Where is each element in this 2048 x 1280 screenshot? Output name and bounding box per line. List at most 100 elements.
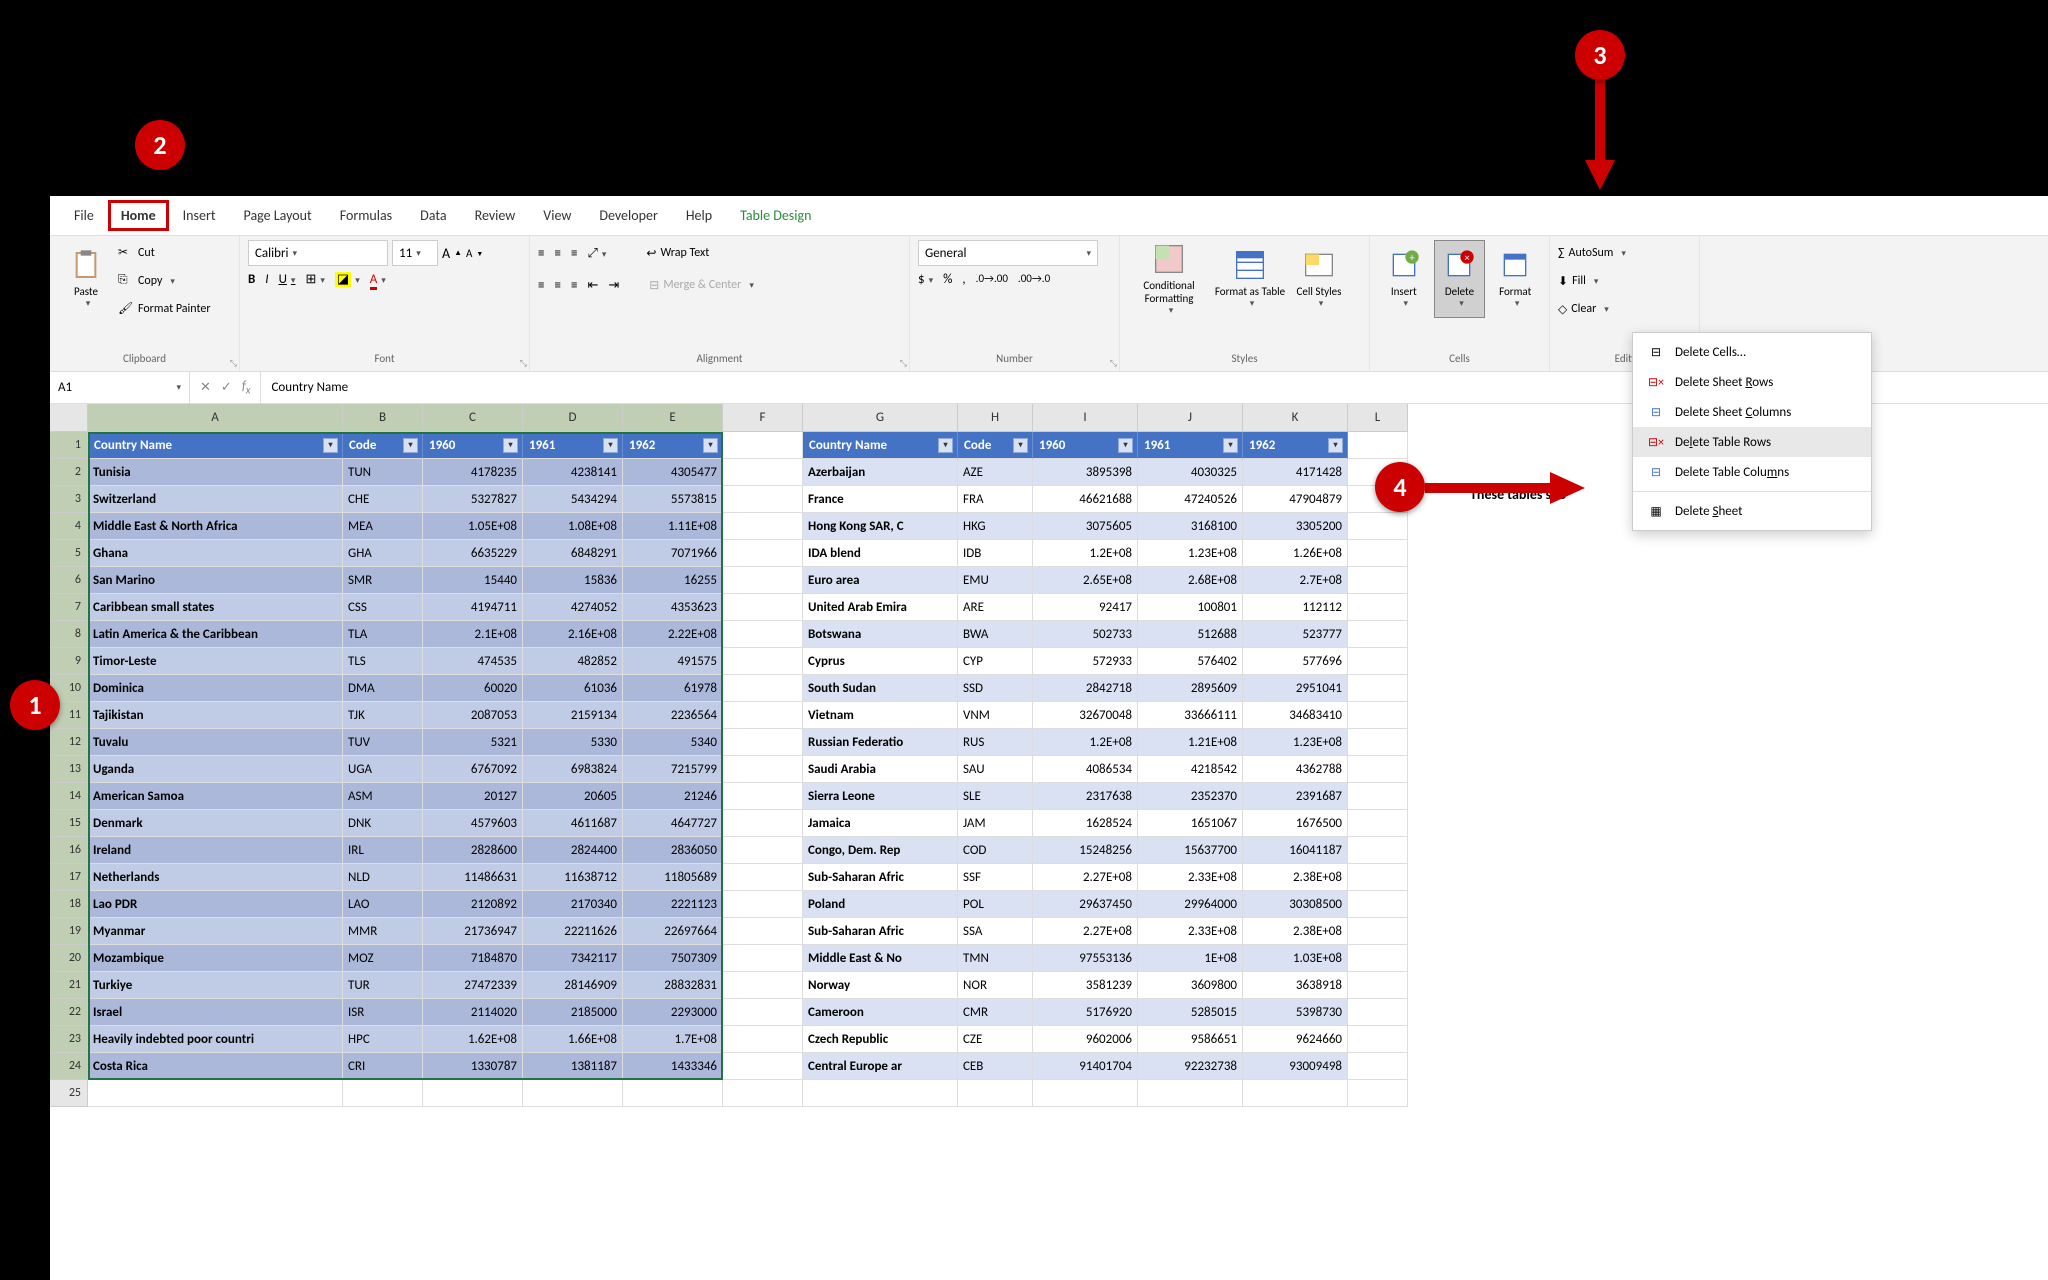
table1-cell[interactable]: 2221123 [623,891,723,918]
table1-header-0[interactable]: Country Name▾ [88,432,343,459]
table2-cell[interactable]: 1.2E+08 [1033,729,1138,756]
table1-cell[interactable]: 1330787 [423,1053,523,1080]
table1-cell[interactable]: 2824400 [523,837,623,864]
table2-cell[interactable]: 4218542 [1138,756,1243,783]
table1-cell[interactable]: 491575 [623,648,723,675]
table2-cell[interactable]: 2317638 [1033,783,1138,810]
table2-cell[interactable]: COD [958,837,1033,864]
table1-cell[interactable]: 2114020 [423,999,523,1026]
table2-cell[interactable]: RUS [958,729,1033,756]
tab-formulas[interactable]: Formulas [326,199,406,232]
table1-cell[interactable]: 4238141 [523,459,623,486]
empty-cell[interactable] [523,1080,623,1107]
table2-cell[interactable]: 112112 [1243,594,1348,621]
table2-cell[interactable]: CMR [958,999,1033,1026]
table1-cell[interactable]: Costa Rica [88,1053,343,1080]
cell-blank[interactable] [723,1026,803,1053]
tab-review[interactable]: Review [461,199,530,232]
table1-cell[interactable]: Netherlands [88,864,343,891]
tab-help[interactable]: Help [672,199,726,232]
cell-blank[interactable] [723,837,803,864]
table2-cell[interactable]: Saudi Arabia [803,756,958,783]
decrease-decimal-button[interactable]: .00→.0 [1018,272,1050,287]
cell-blank[interactable] [1348,918,1408,945]
table2-cell[interactable]: 9624660 [1243,1026,1348,1053]
table1-cell[interactable]: IRL [343,837,423,864]
number-format-select[interactable]: General▾ [918,240,1098,266]
table2-cell[interactable]: AZE [958,459,1033,486]
row-header-21[interactable]: 21 [50,972,88,999]
tab-data[interactable]: Data [406,199,460,232]
row-header-17[interactable]: 17 [50,864,88,891]
table1-cell[interactable]: 4579603 [423,810,523,837]
table1-cell[interactable]: 482852 [523,648,623,675]
fx-icon[interactable]: fx [242,379,251,397]
filter-icon[interactable]: ▾ [703,438,718,453]
table2-cell[interactable]: 92417 [1033,594,1138,621]
table1-cell[interactable]: Dominica [88,675,343,702]
table1-cell[interactable]: 2.22E+08 [623,621,723,648]
table2-cell[interactable]: Jamaica [803,810,958,837]
indent-increase-button[interactable]: ⇥ [608,278,619,293]
cell-blank[interactable] [723,567,803,594]
table2-cell[interactable]: 3305200 [1243,513,1348,540]
table2-cell[interactable]: VNM [958,702,1033,729]
table2-cell[interactable]: POL [958,891,1033,918]
decrease-font-button[interactable]: A▼ [466,240,483,266]
table1-cell[interactable]: MMR [343,918,423,945]
table2-cell[interactable]: Euro area [803,567,958,594]
font-color-button[interactable]: A▾ [370,272,386,287]
table2-cell[interactable]: CEB [958,1053,1033,1080]
table2-cell[interactable]: 9586651 [1138,1026,1243,1053]
table2-cell[interactable]: 2.65E+08 [1033,567,1138,594]
table1-cell[interactable]: 2159134 [523,702,623,729]
table1-cell[interactable]: Turkiye [88,972,343,999]
table1-cell[interactable]: Tuvalu [88,729,343,756]
table1-cell[interactable]: 60020 [423,675,523,702]
table2-cell[interactable]: 93009498 [1243,1053,1348,1080]
table2-cell[interactable]: IDB [958,540,1033,567]
table2-cell[interactable]: Cameroon [803,999,958,1026]
table1-cell[interactable]: Tunisia [88,459,343,486]
table2-cell[interactable]: 1.21E+08 [1138,729,1243,756]
table1-cell[interactable]: 5340 [623,729,723,756]
paste-button[interactable]: Paste▾ [58,240,114,318]
table2-cell[interactable]: 2391687 [1243,783,1348,810]
table1-cell[interactable]: Middle East & North Africa [88,513,343,540]
table1-cell[interactable]: San Marino [88,567,343,594]
table2-cell[interactable]: TMN [958,945,1033,972]
cell-blank[interactable] [723,486,803,513]
table1-cell[interactable]: 61036 [523,675,623,702]
cancel-formula-icon[interactable]: ✕ [200,380,211,395]
table1-cell[interactable]: TJK [343,702,423,729]
table2-cell[interactable]: SAU [958,756,1033,783]
clear-button[interactable]: ◇Clear▾ [1558,296,1609,322]
empty-cell[interactable] [803,1080,958,1107]
table2-cell[interactable]: United Arab Emira [803,594,958,621]
table1-cell[interactable]: TUR [343,972,423,999]
table2-cell[interactable]: Middle East & No [803,945,958,972]
cell-blank[interactable] [1348,648,1408,675]
cell-blank[interactable] [723,783,803,810]
col-header-L[interactable]: L [1348,404,1408,432]
table2-cell[interactable]: 2.7E+08 [1243,567,1348,594]
table2-cell[interactable]: 3075605 [1033,513,1138,540]
increase-decimal-button[interactable]: .0→.00 [976,272,1008,287]
row-header-8[interactable]: 8 [50,621,88,648]
table1-cell[interactable]: CHE [343,486,423,513]
table1-cell[interactable]: 2.1E+08 [423,621,523,648]
table2-cell[interactable]: 5176920 [1033,999,1138,1026]
table2-cell[interactable]: CZE [958,1026,1033,1053]
copy-button[interactable]: ⎘Copy▾ [118,268,211,294]
cell-blank[interactable] [723,864,803,891]
table2-cell[interactable]: Hong Kong SAR, C [803,513,958,540]
table2-cell[interactable]: 32670048 [1033,702,1138,729]
row-header-13[interactable]: 13 [50,756,88,783]
table1-cell[interactable]: 1.05E+08 [423,513,523,540]
filter-icon[interactable]: ▾ [1013,438,1028,453]
italic-button[interactable]: I [265,272,268,287]
table1-cell[interactable]: 4647727 [623,810,723,837]
table1-cell[interactable]: SMR [343,567,423,594]
table2-cell[interactable]: 15637700 [1138,837,1243,864]
table2-cell[interactable]: Poland [803,891,958,918]
